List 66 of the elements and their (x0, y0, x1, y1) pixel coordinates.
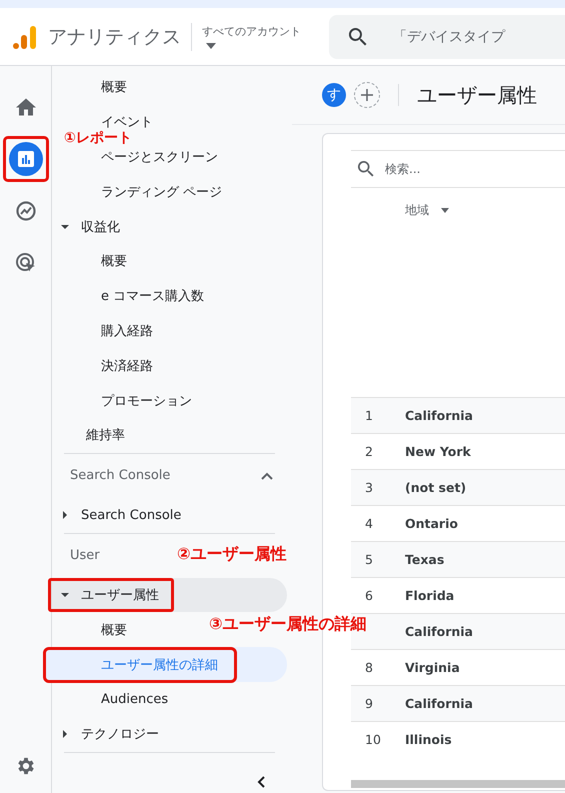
sort-caret-icon[interactable] (441, 208, 449, 212)
horizontal-scrollbar[interactable] (351, 780, 565, 788)
nav-group[interactable]: テクノロジー (48, 717, 174, 752)
nav-item[interactable]: 維持率 (86, 426, 125, 444)
annotation-label: ①レポート (64, 131, 132, 146)
row-number: 9 (365, 696, 373, 711)
row-number: 4 (365, 516, 373, 531)
nav-item[interactable]: 概要 (101, 252, 127, 270)
table-cell: California (405, 696, 473, 711)
row-number: 5 (365, 552, 373, 567)
section-heading: User (70, 548, 100, 564)
account-picker[interactable]: すべてのアカウント (202, 24, 301, 39)
nav-group-label: ユーザー属性 (81, 586, 159, 604)
annotation-label: ②ユーザー属性 (177, 545, 287, 563)
target-cursor-icon (16, 253, 36, 273)
section-heading: Search Console (70, 468, 170, 484)
column-header[interactable]: 地域 (405, 202, 429, 218)
nav-group[interactable]: Search Console (48, 500, 196, 531)
table-cell: Virginia (405, 660, 460, 675)
row-number: 3 (365, 480, 373, 495)
table-cell: Illinois (405, 732, 452, 747)
row-number: 2 (365, 444, 373, 459)
nav-group-label: テクノロジー (81, 726, 159, 744)
nav-item[interactable]: 決済経路 (101, 356, 153, 375)
row-number: 6 (365, 588, 373, 603)
nav-item[interactable]: プロモーション (101, 392, 192, 410)
chevron-up-icon[interactable] (261, 472, 273, 480)
row-number: 1 (365, 408, 373, 423)
nav-item[interactable]: 購入経路 (101, 322, 153, 340)
table-cell: New York (405, 444, 471, 459)
table-cell: California (405, 624, 473, 639)
nav-item[interactable]: 概要 (101, 620, 127, 639)
row-number: 10 (365, 732, 381, 747)
add-comparison-button[interactable] (354, 82, 380, 108)
table-cell: California (405, 408, 473, 423)
trend-chart-icon (16, 201, 36, 221)
row-number: 8 (365, 660, 373, 675)
product-name: アナリティクス (48, 24, 181, 50)
table-cell: (not set) (405, 480, 466, 495)
nav-group-label: Search Console (81, 508, 182, 523)
nav-item[interactable]: e コマース購入数 (101, 287, 204, 306)
nav-item[interactable]: Audiences (101, 692, 168, 707)
nav-group[interactable]: 収益化 (48, 210, 135, 244)
bar-chart-icon (18, 151, 34, 167)
search-field[interactable]: 「デバイスタイプ (329, 14, 565, 58)
nav-item[interactable]: イベント (101, 113, 153, 132)
nav-item[interactable]: 概要 (101, 78, 127, 96)
caret-down-icon[interactable] (206, 43, 216, 49)
annotation-label: ③ユーザー属性の詳細 (209, 615, 367, 633)
table-cell: Texas (405, 552, 444, 567)
nav-item[interactable]: ページとスクリーン (101, 148, 218, 166)
table-cell: Florida (405, 588, 454, 603)
home-icon (16, 97, 36, 117)
avatar[interactable]: す (322, 83, 346, 107)
nav-group[interactable]: ユーザー属性 (48, 578, 174, 612)
table-search-field[interactable]: 検索... (351, 150, 565, 188)
gear-icon (16, 757, 34, 775)
table-cell: Ontario (405, 516, 458, 531)
nav-item[interactable]: ユーザー属性の詳細 (46, 650, 234, 680)
plus-icon (361, 89, 373, 101)
nav-item[interactable]: ランディング ページ (101, 182, 222, 201)
chevron-left-icon[interactable] (257, 776, 265, 788)
analytics-logo-icon (12, 24, 38, 50)
nav-group-label: 収益化 (81, 218, 120, 236)
page-title: ユーザー属性 (417, 82, 537, 108)
reports-button[interactable] (8, 142, 42, 176)
